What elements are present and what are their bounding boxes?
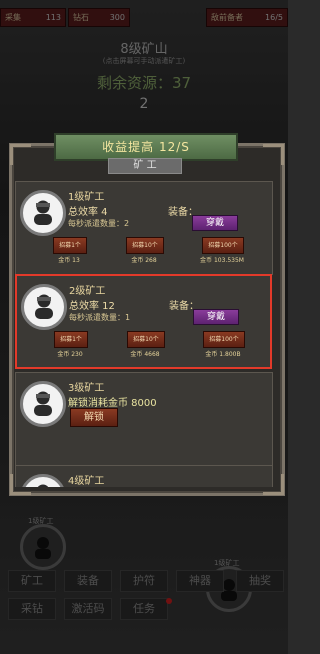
tab-miner[interactable]: 矿 工	[108, 158, 182, 174]
miner-icon	[34, 200, 52, 225]
recruit-10-cost: 金币 4668	[130, 351, 160, 358]
panel-corner	[263, 144, 284, 165]
unlock-cost-text: 解锁消耗金币 8000	[68, 398, 157, 409]
recruit-1-cost: 金币 230	[57, 351, 83, 358]
miner-name: 3级矿工	[68, 383, 105, 394]
miner-name: 2级矿工	[69, 286, 106, 297]
unlock-button[interactable]: 解锁	[70, 408, 118, 427]
miner-name: 1级矿工	[68, 192, 105, 203]
wear-button[interactable]: 穿戴	[192, 215, 238, 231]
miner-card-locked: 4级矿工	[15, 465, 273, 487]
miner-icon	[34, 391, 52, 416]
recruit-10-cost: 金币 268	[131, 257, 157, 264]
recruit-10-button[interactable]: 招募10个	[127, 331, 165, 348]
recruit-1-button[interactable]: 招募1个	[53, 237, 87, 254]
miner-card-selected: 2级矿工 总效率 12 每秒派遣数量：1 装备： 穿戴 招募1个 招募10个 招…	[15, 274, 272, 369]
miner-rate: 每秒派遣数量：1	[69, 313, 131, 322]
miner-efficiency: 总效率 4	[68, 207, 108, 218]
miner-card-locked: 3级矿工 解锁消耗金币 8000 解锁	[15, 372, 273, 466]
miner-avatar	[21, 284, 67, 330]
miner-avatar	[20, 190, 66, 236]
recruit-100-cost: 金币 103.535M	[200, 257, 244, 264]
miner-efficiency: 总效率 12	[69, 301, 115, 312]
miner-list[interactable]: 1级矿工 总效率 4 每秒派遣数量：2 装备： 穿戴 招募1个 招募10个 招募…	[15, 175, 273, 487]
miner-icon	[37, 484, 49, 487]
recruit-1-cost: 金币 13	[58, 257, 80, 264]
wear-button[interactable]: 穿戴	[193, 309, 239, 325]
recruit-1-button[interactable]: 招募1个	[54, 331, 88, 348]
miner-name: 4级矿工	[68, 476, 105, 487]
income-ribbon: 收益提高 12/S	[54, 133, 238, 161]
miner-card: 1级矿工 总效率 4 每秒派遣数量：2 装备： 穿戴 招募1个 招募10个 招募…	[15, 181, 273, 275]
recruit-100-cost: 金币 1.800B	[205, 351, 241, 358]
miner-avatar	[20, 474, 66, 487]
panel-corner	[10, 144, 31, 165]
miner-icon	[35, 294, 53, 319]
miner-avatar	[20, 381, 66, 427]
recruit-10-button[interactable]: 招募10个	[126, 237, 164, 254]
recruit-100-button[interactable]: 招募100个	[202, 237, 244, 254]
recruit-100-button[interactable]: 招募100个	[203, 331, 245, 348]
miner-rate: 每秒派遣数量：2	[68, 219, 130, 228]
